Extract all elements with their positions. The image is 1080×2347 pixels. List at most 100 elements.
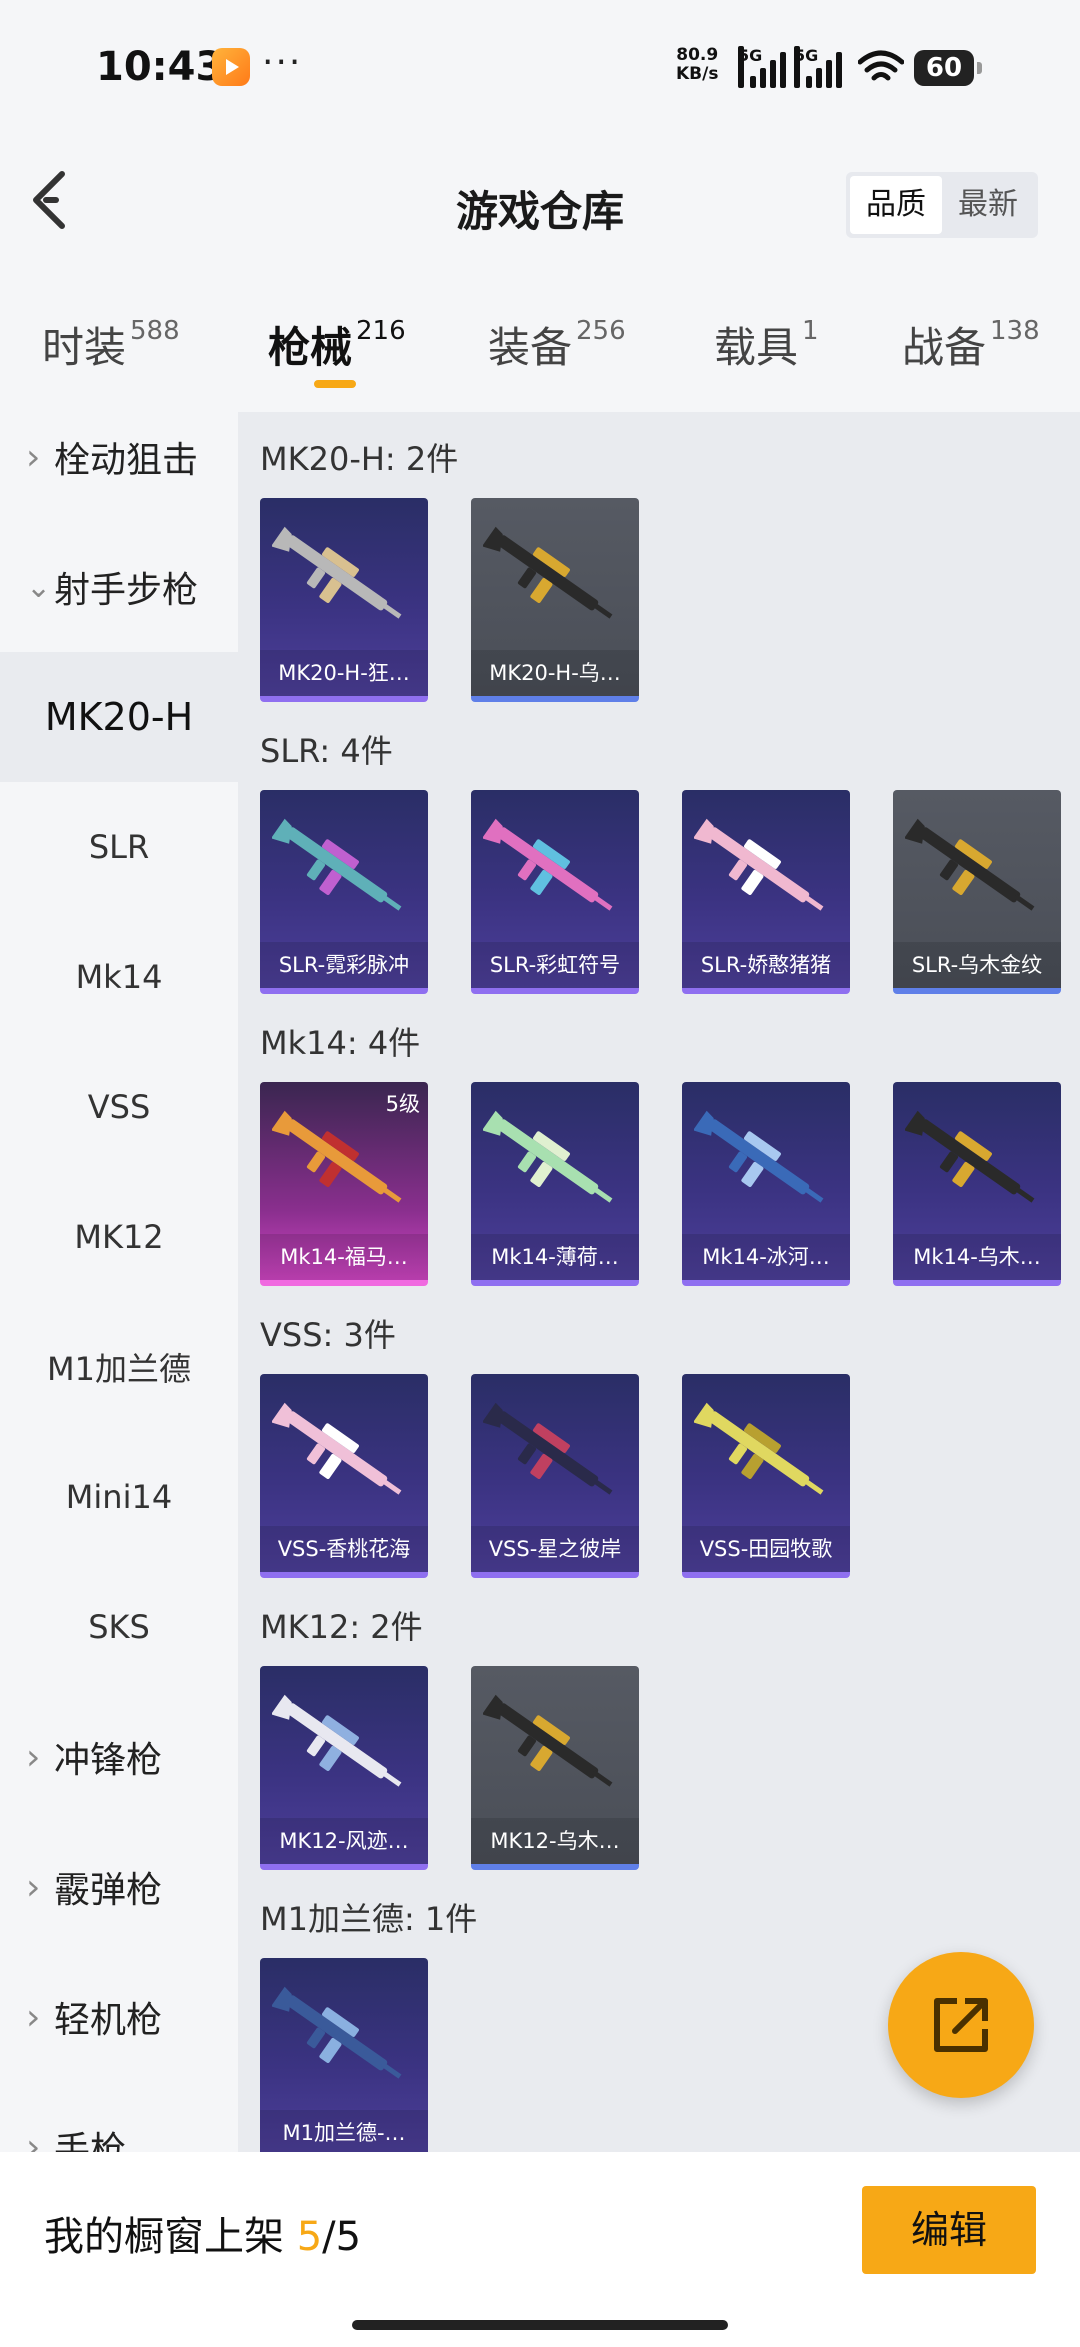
status-bar: 10:43 ··· 80.9 KB/s 5G 5G 60 bbox=[0, 0, 1080, 130]
weapon-card[interactable]: Mk14-冰河… bbox=[682, 1082, 850, 1286]
sidebar-item-9[interactable]: SKS bbox=[0, 1562, 238, 1692]
sidebar-item-4[interactable]: Mk14 bbox=[0, 912, 238, 1042]
weapon-card[interactable]: M1加兰德-… bbox=[260, 1958, 428, 2152]
weapon-card[interactable]: SLR-乌木金纹 bbox=[893, 790, 1061, 994]
group-title: MK20-H: 2件 bbox=[260, 440, 459, 478]
weapon-skin-image bbox=[270, 810, 416, 930]
share-external-icon bbox=[934, 1998, 988, 2052]
weapon-skin-image bbox=[270, 1978, 416, 2098]
chevron-right-icon: › bbox=[26, 2126, 41, 2153]
weapon-name: Mk14-福马… bbox=[260, 1234, 428, 1280]
sidebar-item-label: 霰弹枪 bbox=[54, 1870, 163, 1911]
weapon-card[interactable]: MK12-风迹… bbox=[260, 1666, 428, 1870]
sim1-label: 5G bbox=[738, 46, 762, 88]
weapon-name: VSS-香桃花海 bbox=[260, 1526, 428, 1572]
chevron-down-icon: ⌄ bbox=[26, 569, 52, 605]
edit-button[interactable]: 编辑 bbox=[862, 2186, 1036, 2274]
share-button[interactable] bbox=[888, 1952, 1034, 2098]
sidebar-item-label: 冲锋枪 bbox=[54, 1740, 163, 1781]
showcase-label: 我的橱窗上架 5/5 bbox=[44, 2204, 361, 2262]
weapon-name: Mk14-乌木… bbox=[893, 1234, 1061, 1280]
weapon-card[interactable]: Mk14-乌木… bbox=[893, 1082, 1061, 1286]
sort-option-newest[interactable]: 最新 bbox=[942, 176, 1034, 234]
sidebar-item-1[interactable]: ⌄ 射手步枪 bbox=[0, 522, 238, 652]
weapon-name: Mk14-冰河… bbox=[682, 1234, 850, 1280]
sidebar-item-label: 射手步枪 bbox=[54, 570, 199, 611]
tab-count: 256 bbox=[576, 316, 626, 346]
sidebar-item-6[interactable]: MK12 bbox=[0, 1172, 238, 1302]
group-title: M1加兰德: 1件 bbox=[260, 1900, 478, 1938]
weapon-level-badge: 5级 bbox=[385, 1092, 420, 1116]
signal-icon-sim1: 5G bbox=[738, 46, 786, 88]
sidebar-item-label: Mk14 bbox=[75, 958, 163, 996]
sidebar-item-10[interactable]: › 冲锋枪 bbox=[0, 1692, 238, 1822]
showcase-count-current: 5 bbox=[296, 2214, 323, 2260]
weapon-skin-image bbox=[270, 1686, 416, 1806]
weapon-skin-image bbox=[692, 1102, 838, 1222]
sim2-label: 5G bbox=[794, 46, 818, 88]
sidebar-item-3[interactable]: SLR bbox=[0, 782, 238, 912]
sidebar-item-label: SLR bbox=[88, 828, 150, 866]
weapon-name: MK20-H-乌… bbox=[471, 650, 639, 696]
sort-toggle: 品质 最新 bbox=[846, 172, 1038, 238]
tab-fashion[interactable]: 时装 588 bbox=[42, 314, 180, 375]
sidebar-item-label: Mini14 bbox=[65, 1478, 173, 1516]
sidebar-item-7[interactable]: M1加兰德 bbox=[0, 1302, 238, 1432]
network-speed-value: 80.9 bbox=[676, 45, 719, 65]
weapon-name: SLR-娇憨猪猪 bbox=[682, 942, 850, 988]
sidebar-item-11[interactable]: › 霰弹枪 bbox=[0, 1822, 238, 1952]
weapon-skin-image bbox=[270, 518, 416, 638]
showcase-label-text: 我的橱窗上架 bbox=[44, 2214, 284, 2260]
group-title: SLR: 4件 bbox=[260, 732, 393, 770]
chevron-right-icon: › bbox=[26, 1996, 41, 2038]
weapon-card[interactable]: SLR-娇憨猪猪 bbox=[682, 790, 850, 994]
status-time: 10:43 bbox=[96, 44, 224, 90]
sidebar-item-label: M1加兰德 bbox=[47, 1350, 191, 1388]
weapon-name: SLR-霓彩脉冲 bbox=[260, 942, 428, 988]
weapon-skin-image bbox=[270, 1102, 416, 1222]
sidebar-item-label: VSS bbox=[87, 1088, 151, 1126]
weapon-skin-image bbox=[481, 518, 627, 638]
tab-vehicles[interactable]: 载具 1 bbox=[714, 314, 819, 375]
sidebar-item-2[interactable]: MK20-H bbox=[0, 652, 238, 782]
weapon-card[interactable]: VSS-田园牧歌 bbox=[682, 1374, 850, 1578]
weapon-card[interactable]: SLR-霓彩脉冲 bbox=[260, 790, 428, 994]
weapon-name: SLR-乌木金纹 bbox=[893, 942, 1061, 988]
weapon-card[interactable]: MK20-H-狂… bbox=[260, 498, 428, 702]
weapon-skin-image bbox=[481, 1686, 627, 1806]
sidebar-item-label: 栓动狙击 bbox=[54, 440, 199, 481]
weapon-card[interactable]: MK20-H-乌… bbox=[471, 498, 639, 702]
chevron-right-icon: › bbox=[26, 436, 41, 478]
weapon-card[interactable]: MK12-乌木… bbox=[471, 1666, 639, 1870]
network-speed: 80.9 KB/s bbox=[676, 46, 718, 84]
more-notifications-icon: ··· bbox=[262, 42, 303, 83]
tab-count: 588 bbox=[130, 316, 180, 346]
weapon-card[interactable]: VSS-星之彼岸 bbox=[471, 1374, 639, 1578]
weapon-card[interactable]: Mk14-薄荷… bbox=[471, 1082, 639, 1286]
tab-equipment[interactable]: 装备 256 bbox=[488, 314, 626, 375]
tab-firearms[interactable]: 枪械 216 bbox=[268, 314, 406, 375]
chevron-right-icon: › bbox=[26, 1736, 41, 1778]
active-tab-indicator bbox=[314, 380, 356, 388]
weapon-skin-image bbox=[481, 810, 627, 930]
weapon-name: MK12-风迹… bbox=[260, 1818, 428, 1864]
weapon-name: M1加兰德-… bbox=[260, 2110, 428, 2152]
weapon-card[interactable]: VSS-香桃花海 bbox=[260, 1374, 428, 1578]
showcase-bar: 我的橱窗上架 5/5 编辑 bbox=[0, 2152, 1080, 2347]
sidebar-item-13[interactable]: › 手枪 bbox=[0, 2082, 238, 2153]
sidebar-item-8[interactable]: Mini14 bbox=[0, 1432, 238, 1562]
tab-count: 1 bbox=[802, 316, 819, 346]
weapon-card[interactable]: 5级 Mk14-福马… bbox=[260, 1082, 428, 1286]
sort-option-quality[interactable]: 品质 bbox=[850, 176, 942, 234]
sidebar-item-label: SKS bbox=[88, 1608, 150, 1646]
weapon-card[interactable]: SLR-彩虹符号 bbox=[471, 790, 639, 994]
home-indicator[interactable] bbox=[352, 2320, 728, 2330]
tab-label: 枪械 bbox=[268, 323, 353, 372]
weapon-skin-image bbox=[903, 1102, 1049, 1222]
weapon-name: MK20-H-狂… bbox=[260, 650, 428, 696]
tab-label: 装备 bbox=[488, 323, 573, 372]
sidebar-item-12[interactable]: › 轻机枪 bbox=[0, 1952, 238, 2082]
sidebar-item-0[interactable]: › 栓动狙击 bbox=[0, 412, 238, 522]
sidebar-item-5[interactable]: VSS bbox=[0, 1042, 238, 1172]
tab-combat-supplies[interactable]: 战备 138 bbox=[902, 314, 1040, 375]
